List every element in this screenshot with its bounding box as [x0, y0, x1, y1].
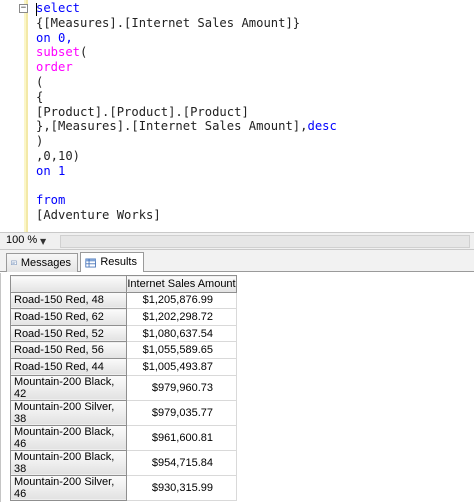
row-header[interactable]: Road-150 Red, 52 — [10, 324, 127, 343]
tab-results-label: Results — [100, 256, 137, 268]
results-panel: Messages Results Internet Sales Amount R… — [0, 250, 474, 502]
zoom-level[interactable]: 100 % — [6, 234, 37, 246]
horizontal-scrollbar[interactable] — [60, 235, 470, 248]
table-row[interactable]: Road-150 Red, 48 $1,205,876.99 — [10, 291, 237, 310]
code-token: ) — [36, 134, 44, 149]
tab-messages[interactable]: Messages — [6, 253, 78, 272]
tab-messages-label: Messages — [20, 256, 71, 269]
row-header[interactable]: Mountain-200 Black, 38 — [10, 449, 127, 476]
table-row[interactable]: Mountain-200 Silver, 38 $979,035.77 — [10, 399, 237, 426]
code-token: [Product].[Product].[Product] — [36, 104, 249, 119]
internet-sales-amount-cell[interactable]: $1,202,298.72 — [126, 308, 237, 326]
table-row[interactable]: Mountain-200 Black, 46 $961,600.81 — [10, 424, 237, 451]
code-token: { — [36, 89, 44, 104]
internet-sales-amount-cell[interactable]: $1,080,637.54 — [126, 324, 237, 343]
editor-status-bar: 100 % ▼ — [0, 232, 474, 250]
code-line[interactable]: ,0,10) — [36, 149, 337, 164]
code-line[interactable]: on 1 — [36, 164, 337, 179]
row-header[interactable]: Mountain-200 Black, 42 — [10, 374, 127, 401]
code-token: },[Measures].[Internet Sales Amount], — [36, 119, 308, 134]
column-header-internet-sales-amount[interactable]: Internet Sales Amount — [126, 275, 237, 293]
code-token: from — [36, 193, 66, 208]
results-tabstrip: Messages Results — [0, 250, 474, 272]
code-line[interactable]: ) — [36, 134, 337, 149]
table-row[interactable]: Road-150 Red, 44 $1,005,493.87 — [10, 357, 237, 376]
code-token: {[Measures].[Internet Sales Amount]} — [36, 15, 301, 30]
code-token: [Adventure Works] — [36, 208, 161, 223]
internet-sales-amount-cell[interactable]: $961,600.81 — [126, 424, 237, 451]
table-row[interactable]: Mountain-200 Black, 38 $954,715.84 — [10, 449, 237, 476]
code-token: desc — [307, 119, 337, 134]
row-header[interactable]: Road-150 Red, 62 — [10, 308, 127, 326]
row-header[interactable]: Road-150 Red, 56 — [10, 341, 127, 359]
code-token: subset — [36, 45, 81, 60]
zoom-dropdown-icon[interactable]: ▼ — [40, 237, 46, 246]
internet-sales-amount-cell[interactable]: $1,055,589.65 — [126, 341, 237, 359]
code-line[interactable]: [Product].[Product].[Product] — [36, 105, 337, 120]
row-header[interactable]: Road-150 Red, 48 — [10, 291, 127, 310]
code-token: ( — [80, 45, 88, 60]
internet-sales-amount-cell[interactable]: $1,205,876.99 — [126, 291, 237, 310]
code-line[interactable]: {[Measures].[Internet Sales Amount]} — [36, 16, 337, 31]
internet-sales-amount-cell[interactable]: $979,960.73 — [126, 374, 237, 401]
code-token: on 0, — [36, 30, 73, 45]
table-row[interactable]: Road-150 Red, 56 $1,055,589.65 — [10, 341, 237, 359]
code-line[interactable]: order — [36, 60, 337, 75]
table-row[interactable]: Road-150 Red, 52 $1,080,637.54 — [10, 324, 237, 343]
code-line[interactable]: [Adventure Works] — [36, 208, 337, 223]
code-line[interactable]: from — [36, 193, 337, 208]
change-tracking-bar — [26, 0, 28, 232]
code-token: select — [36, 1, 81, 15]
results-grid-area: Internet Sales Amount Road-150 Red, 48 $1… — [0, 273, 474, 502]
code-line[interactable]: select — [36, 1, 337, 16]
grid-corner-header[interactable] — [10, 275, 127, 293]
row-header[interactable]: Mountain-200 Silver, 38 — [10, 399, 127, 426]
code-line[interactable]: subset( — [36, 45, 337, 60]
query-text[interactable]: select {[Measures].[Internet Sales Amount… — [36, 1, 337, 223]
code-token: ( — [36, 74, 44, 89]
internet-sales-amount-cell[interactable]: $930,315.99 — [126, 474, 237, 501]
code-token: order — [36, 60, 73, 75]
table-row[interactable]: Mountain-200 Silver, 46 $930,315.99 — [10, 474, 237, 501]
results-grid: Internet Sales Amount Road-150 Red, 48 $1… — [10, 275, 237, 501]
code-line[interactable]: { — [36, 90, 337, 105]
row-header[interactable]: Mountain-200 Black, 46 — [10, 424, 127, 451]
collapse-region-icon[interactable]: − — [19, 4, 28, 13]
code-token: ,0,10) — [36, 148, 81, 163]
code-line[interactable]: on 0, — [36, 31, 337, 46]
code-line[interactable] — [36, 179, 337, 194]
messages-icon — [11, 260, 17, 265]
code-line[interactable]: ( — [36, 75, 337, 90]
internet-sales-amount-cell[interactable]: $1,005,493.87 — [126, 357, 237, 376]
internet-sales-amount-cell[interactable]: $979,035.77 — [126, 399, 237, 426]
row-header[interactable]: Road-150 Red, 44 — [10, 357, 127, 376]
tab-results[interactable]: Results — [80, 252, 144, 272]
internet-sales-amount-cell[interactable]: $954,715.84 — [126, 449, 237, 476]
query-editor[interactable]: − select {[Measures].[Internet Sales Amou… — [0, 0, 474, 232]
table-row[interactable]: Road-150 Red, 62 $1,202,298.72 — [10, 308, 237, 326]
table-row[interactable]: Mountain-200 Black, 42 $979,960.73 — [10, 374, 237, 401]
code-token: on 1 — [36, 163, 66, 178]
row-header[interactable]: Mountain-200 Silver, 46 — [10, 474, 127, 501]
code-line[interactable]: },[Measures].[Internet Sales Amount],des… — [36, 119, 337, 134]
text-cursor — [36, 3, 37, 16]
grid-icon — [85, 258, 96, 267]
